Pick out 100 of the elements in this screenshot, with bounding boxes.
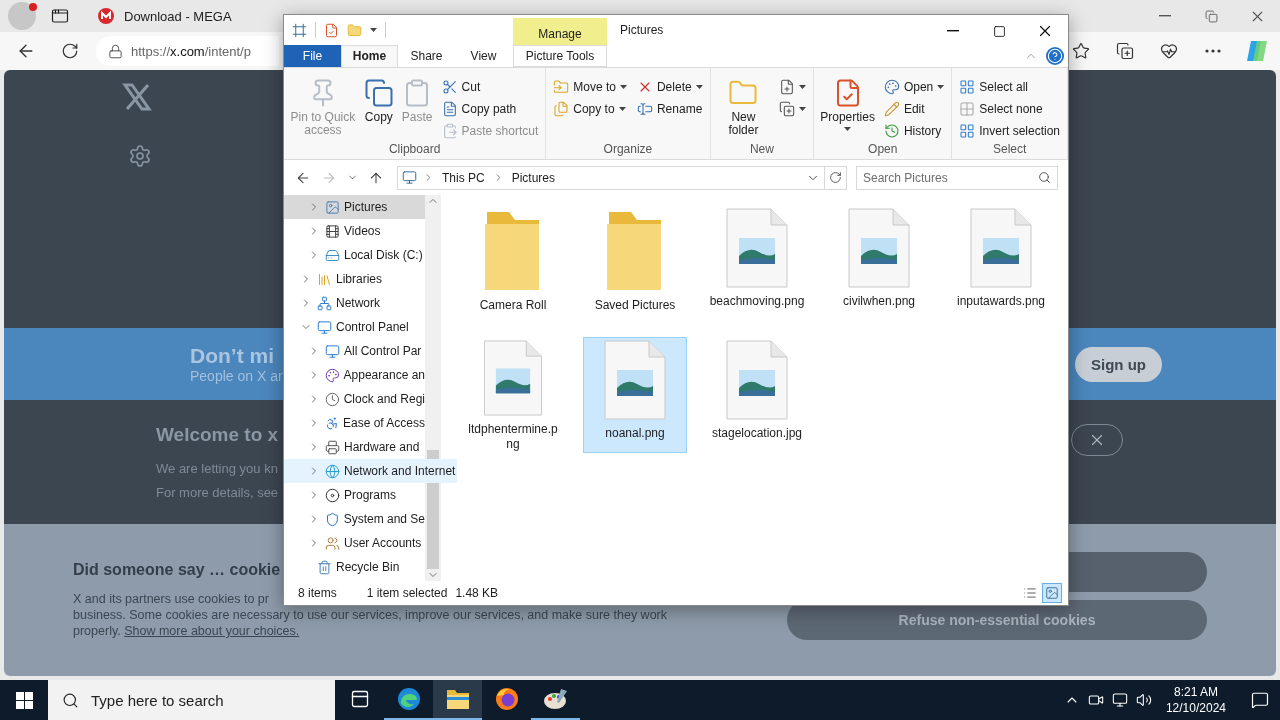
ribbon-button[interactable]: Copy to: [550, 97, 630, 120]
users-icon: [325, 535, 340, 551]
ribbon-button[interactable]: History: [880, 119, 948, 142]
settings-icon: [128, 144, 152, 168]
group-label: Open: [867, 141, 899, 158]
ribbon-tab[interactable]: File: [284, 45, 341, 67]
file-item[interactable]: inputawards.png: [949, 205, 1053, 322]
control-panel-icon: [317, 319, 332, 335]
network-icon: [1111, 692, 1128, 708]
sign-up-button[interactable]: Sign up: [1075, 346, 1162, 382]
heart-pulse-icon: [1159, 42, 1178, 60]
history-icon: [883, 122, 900, 139]
image-file-icon: [481, 340, 545, 417]
window-icon: [292, 22, 307, 38]
folder-icon: [445, 688, 470, 710]
minimize-icon: [1159, 15, 1171, 17]
nav-item[interactable]: Recycle Bin: [284, 555, 425, 580]
file-name: ltdphentermine.png: [467, 422, 559, 453]
choices-link[interactable]: Show more about your choices.: [124, 624, 300, 638]
move-folder-icon: [553, 78, 570, 95]
breadcrumb[interactable]: Pictures: [509, 170, 558, 185]
ribbon-button[interactable]: Edit: [880, 97, 948, 120]
file-name: Saved Pictures: [593, 298, 677, 314]
ribbon-button[interactable]: Delete: [633, 75, 706, 98]
cookie-button[interactable]: [1069, 552, 1207, 592]
cookie-text: business. Some cookies are necessary to use our services, improve our services, and make sure they work: [73, 607, 667, 623]
volume-icon: [1135, 692, 1152, 708]
open-icon: [883, 78, 900, 95]
image-file-icon: [969, 208, 1033, 289]
site-logo-icon: [98, 8, 114, 24]
nav-item[interactable]: Programs: [284, 483, 425, 508]
ribbon-button[interactable]: Cut: [438, 75, 542, 98]
help-button[interactable]: [1046, 46, 1064, 65]
image-file-icon: [603, 340, 667, 421]
item-count: 8 items: [298, 586, 337, 601]
help-icon: [1047, 47, 1063, 64]
nav-item[interactable]: Videos: [284, 219, 425, 244]
ribbon-button[interactable]: Select none: [956, 97, 1063, 120]
file-name: stagelocation.jpg: [710, 426, 804, 442]
file-item[interactable]: stagelocation.jpg: [705, 337, 809, 454]
search-field[interactable]: Type here to search: [48, 680, 335, 720]
group-label: New: [748, 141, 775, 158]
properties-icon: [324, 22, 339, 38]
refresh-icon: [61, 42, 79, 60]
ribbon-tab[interactable]: Home: [341, 45, 398, 67]
star-icon: [1071, 42, 1090, 60]
file-item[interactable]: Saved Pictures: [583, 205, 687, 322]
address-field[interactable]: This PC Pictures: [397, 165, 825, 190]
search-field[interactable]: Search Pictures: [856, 165, 1058, 190]
palette-icon: [324, 367, 340, 383]
library-icon: [317, 271, 332, 287]
nav-item[interactable]: All Control Par: [284, 339, 425, 364]
nav-item[interactable]: Clock and Regi: [284, 387, 425, 412]
nav-item[interactable]: Libraries: [284, 267, 425, 292]
copy-icon: [363, 77, 394, 108]
profile-avatar[interactable]: [8, 2, 36, 30]
clock-time: 8:21 AM: [1173, 684, 1218, 700]
nav-item[interactable]: Pictures: [284, 195, 425, 220]
nav-item[interactable]: User Accounts: [284, 531, 425, 556]
ribbon-button[interactable]: Select all: [956, 75, 1063, 98]
view-button[interactable]: [1042, 583, 1062, 604]
ribbon-button[interactable]: Copy path: [438, 97, 542, 120]
ribbon-tab[interactable]: Picture Tools: [513, 45, 607, 67]
banner-title: Don’t mi: [190, 344, 275, 368]
nav-item[interactable]: Appearance an: [284, 363, 425, 388]
nav-item[interactable]: Ease of Access: [284, 411, 425, 436]
file-item[interactable]: ltdphentermine.png: [461, 337, 565, 454]
taskbar-app-button[interactable]: [433, 680, 482, 720]
nav-item[interactable]: Network: [284, 291, 425, 316]
ribbon-button[interactable]: Rename: [633, 97, 706, 120]
ribbon-button[interactable]: Invert selection: [956, 119, 1063, 142]
drive-icon: [325, 247, 340, 263]
minimize-icon: [947, 30, 959, 32]
select-none-icon: [959, 100, 976, 117]
browser-tab[interactable]: Download - MEGA: [84, 0, 276, 32]
file-item[interactable]: civilwhen.png: [827, 205, 931, 322]
icon-view-icon: [1045, 586, 1059, 601]
nav-item[interactable]: Control Panel: [284, 315, 425, 340]
restore-icon: [1204, 9, 1218, 23]
camera-icon: [1087, 692, 1104, 708]
nav-item[interactable]: Hardware and: [284, 435, 425, 460]
breadcrumb[interactable]: This PC: [440, 170, 487, 185]
ribbon-button[interactable]: Open: [880, 75, 948, 98]
address-field[interactable]: https://x.com/intent/p: [96, 36, 279, 66]
search-icon: [62, 691, 79, 709]
ribbon-button[interactable]: New folder: [714, 75, 773, 139]
welcome-text: We are letting you kn: [156, 460, 279, 478]
refresh-button[interactable]: [825, 165, 847, 190]
nav-item[interactable]: System and Se: [284, 507, 425, 532]
group-label: Clipboard: [387, 141, 442, 158]
ribbon-button[interactable]: Copy: [361, 75, 396, 126]
file-item[interactable]: noanal.png: [583, 337, 687, 454]
ribbon-button[interactable]: Move to: [550, 75, 630, 98]
clock-date: 12/10/2024: [1165, 700, 1226, 716]
file-item[interactable]: Camera Roll: [461, 205, 565, 322]
file-item[interactable]: beachmoving.png: [705, 205, 809, 322]
ribbon-button[interactable]: Properties: [818, 75, 877, 133]
nav-item[interactable]: Network and Internet: [284, 459, 458, 484]
nav-item[interactable]: Local Disk (C:): [284, 243, 425, 268]
select-all-icon: [959, 78, 976, 95]
